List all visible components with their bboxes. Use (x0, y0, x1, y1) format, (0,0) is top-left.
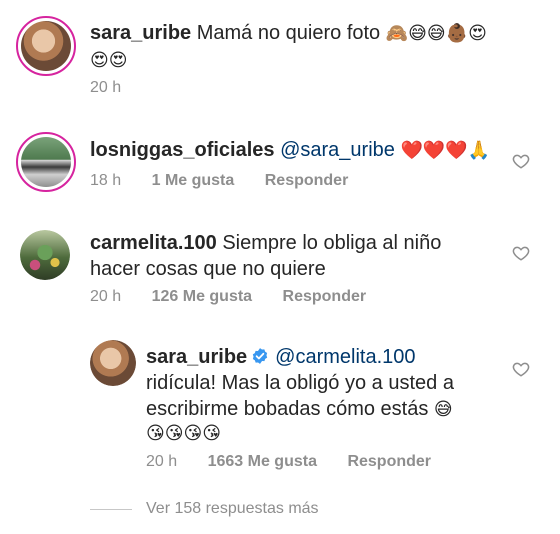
reply-button[interactable]: Responder (265, 172, 349, 189)
heart-icon[interactable] (512, 360, 530, 378)
emoji-group: 🙈😅😅👶🏾😍 (385, 23, 487, 43)
username[interactable]: sara_uribe (90, 22, 191, 44)
avatar[interactable] (20, 230, 70, 280)
divider-line (90, 508, 132, 510)
username[interactable]: losniggas_oficiales (90, 139, 275, 161)
comment-meta: 20 h 126 Me gusta Responder (90, 288, 392, 306)
comment-meta: 20 h 1663 Me gusta Responder (146, 453, 457, 471)
comment-text-line2: escribirme bobadas cómo estás (146, 398, 429, 420)
view-more-replies-button[interactable]: Ver 158 respuestas más (90, 500, 319, 518)
comment-text: ridícula! Mas la obligó yo a usted a (146, 372, 454, 394)
view-more-label: Ver 158 respuestas más (146, 500, 319, 517)
heart-icon[interactable] (512, 244, 530, 262)
avatar[interactable] (16, 132, 76, 192)
username[interactable]: carmelita.100 (90, 232, 217, 254)
emoji-group: 😘😘😘😘 (146, 423, 222, 443)
username[interactable]: sara_uribe (146, 346, 247, 368)
likes-count[interactable]: 126 Me gusta (152, 288, 252, 305)
emoji-group: ❤️❤️❤️🙏 (400, 140, 491, 160)
verified-badge-icon (252, 348, 268, 364)
emoji-group: 😅 (433, 399, 453, 419)
timestamp: 20 h (90, 79, 122, 96)
likes-count[interactable]: 1663 Me gusta (208, 453, 317, 470)
comment-meta: 18 h 1 Me gusta Responder (90, 172, 374, 190)
comment-text-line2: hacer cosas que no quiere (90, 258, 326, 280)
likes-count[interactable]: 1 Me gusta (152, 172, 235, 189)
timestamp: 18 h (90, 172, 122, 189)
timestamp: 20 h (90, 288, 122, 305)
avatar[interactable] (90, 340, 136, 386)
reply-button[interactable]: Responder (347, 453, 431, 470)
reply-button[interactable]: Responder (283, 288, 367, 305)
mention-link[interactable]: @carmelita.100 (275, 346, 415, 368)
heart-icon[interactable] (512, 152, 530, 170)
emoji-group: 😍😍 (90, 50, 128, 70)
mention-link[interactable]: @sara_uribe (280, 139, 395, 161)
comment-meta: 20 h (90, 79, 147, 97)
timestamp: 20 h (146, 453, 178, 470)
avatar[interactable] (16, 16, 76, 76)
comment-text: Siempre lo obliga al niño (222, 232, 442, 254)
comment-text: Mamá no quiero foto (196, 22, 381, 44)
